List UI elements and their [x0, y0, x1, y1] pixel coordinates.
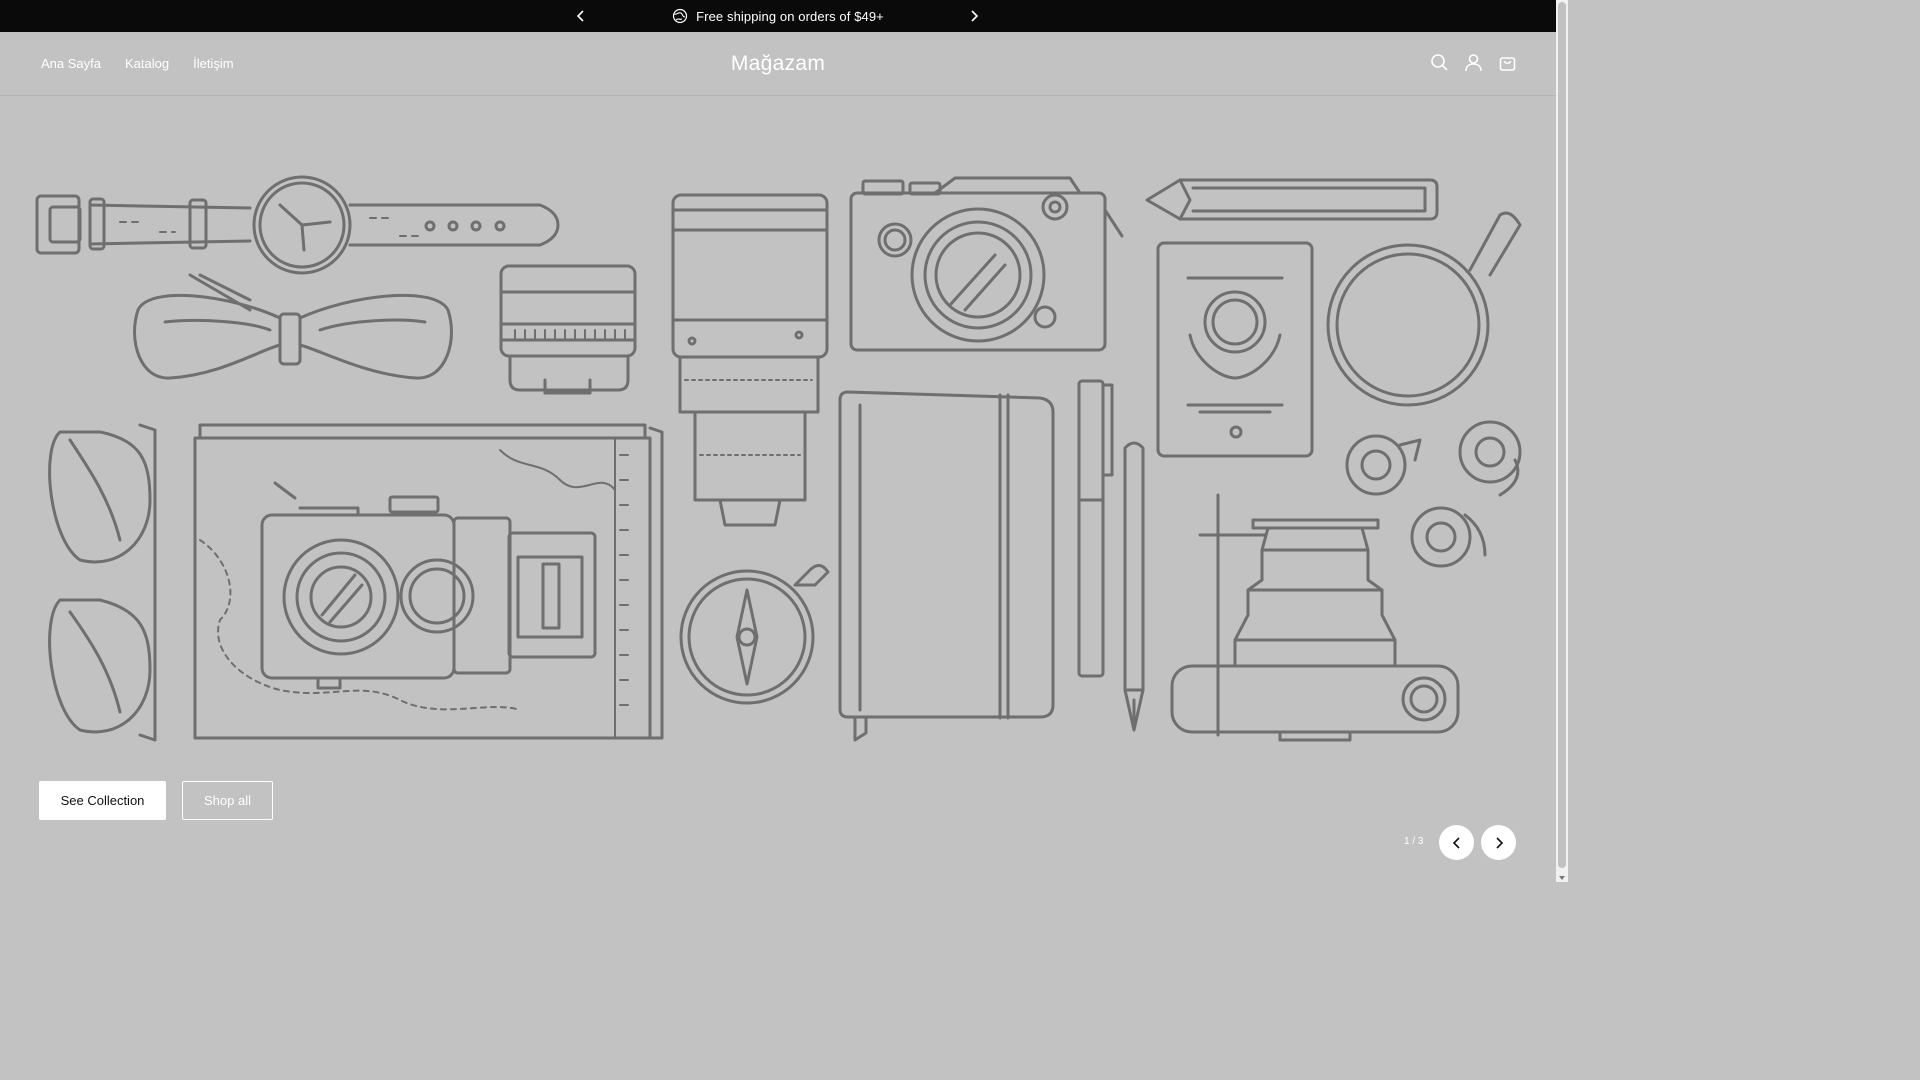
- film-roll-illustration: [1345, 420, 1522, 568]
- chevron-right-icon: [971, 10, 979, 22]
- store-logo[interactable]: Mağazam: [731, 52, 825, 75]
- pencil-illustration: [1145, 178, 1439, 221]
- pen-illustration: [1077, 379, 1114, 678]
- chevron-right-icon: [1495, 836, 1503, 849]
- search-icon: [1431, 54, 1448, 71]
- cart-icon: [1499, 57, 1516, 71]
- slide-counter: 1 / 3: [1404, 836, 1424, 847]
- camera-illustration: [849, 176, 1124, 352]
- announcement-next-button[interactable]: [966, 8, 982, 24]
- sunglasses-illustration: [48, 423, 157, 742]
- chevron-left-icon: [1452, 836, 1460, 849]
- nav-link-catalog[interactable]: Katalog: [125, 56, 169, 71]
- loupe-illustration: [1326, 211, 1522, 407]
- scrollbar-thumb[interactable]: [1558, 2, 1566, 868]
- scroll-down-arrow-icon[interactable]: [1559, 876, 1565, 880]
- main-nav: Ana Sayfa Katalog İletişim: [41, 32, 234, 95]
- notebook-illustration: [838, 390, 1055, 742]
- see-collection-button[interactable]: See Collection: [39, 781, 166, 820]
- account-button[interactable]: [1463, 52, 1484, 73]
- chevron-left-icon: [576, 10, 584, 22]
- telephoto-lens-illustration: [671, 193, 829, 527]
- header-actions: [1429, 52, 1518, 73]
- globe-icon: [673, 8, 688, 24]
- map-illustration: [193, 423, 664, 740]
- announcement-bar: Free shipping on orders of $49+: [0, 0, 1556, 32]
- announcement-prev-button[interactable]: [573, 8, 589, 24]
- compact-camera-illustration: [1170, 493, 1460, 742]
- watch-illustration: [35, 175, 560, 275]
- shop-all-button[interactable]: Shop all: [182, 781, 273, 820]
- search-button[interactable]: [1429, 52, 1450, 73]
- compass-illustration: [679, 564, 830, 705]
- small-lens-illustration: [499, 264, 637, 395]
- hero-illustration: [35, 175, 1522, 742]
- nav-link-home[interactable]: Ana Sayfa: [41, 56, 101, 71]
- cart-button[interactable]: [1497, 52, 1518, 73]
- passport-illustration: [1156, 241, 1314, 458]
- slide-prev-button[interactable]: [1439, 825, 1474, 860]
- page-scrollbar[interactable]: [1556, 0, 1568, 882]
- bowtie-illustration: [133, 273, 453, 380]
- announcement-message: Free shipping on orders of $49+: [672, 8, 884, 24]
- pencil-vertical-illustration: [1123, 441, 1145, 732]
- nav-link-contact[interactable]: İletişim: [193, 56, 233, 71]
- slide-next-button[interactable]: [1481, 825, 1516, 860]
- account-icon: [1465, 54, 1482, 72]
- announcement-text: Free shipping on orders of $49+: [696, 8, 884, 24]
- site-header: Mağazam Ana Sayfa Katalog İletişim: [0, 32, 1556, 96]
